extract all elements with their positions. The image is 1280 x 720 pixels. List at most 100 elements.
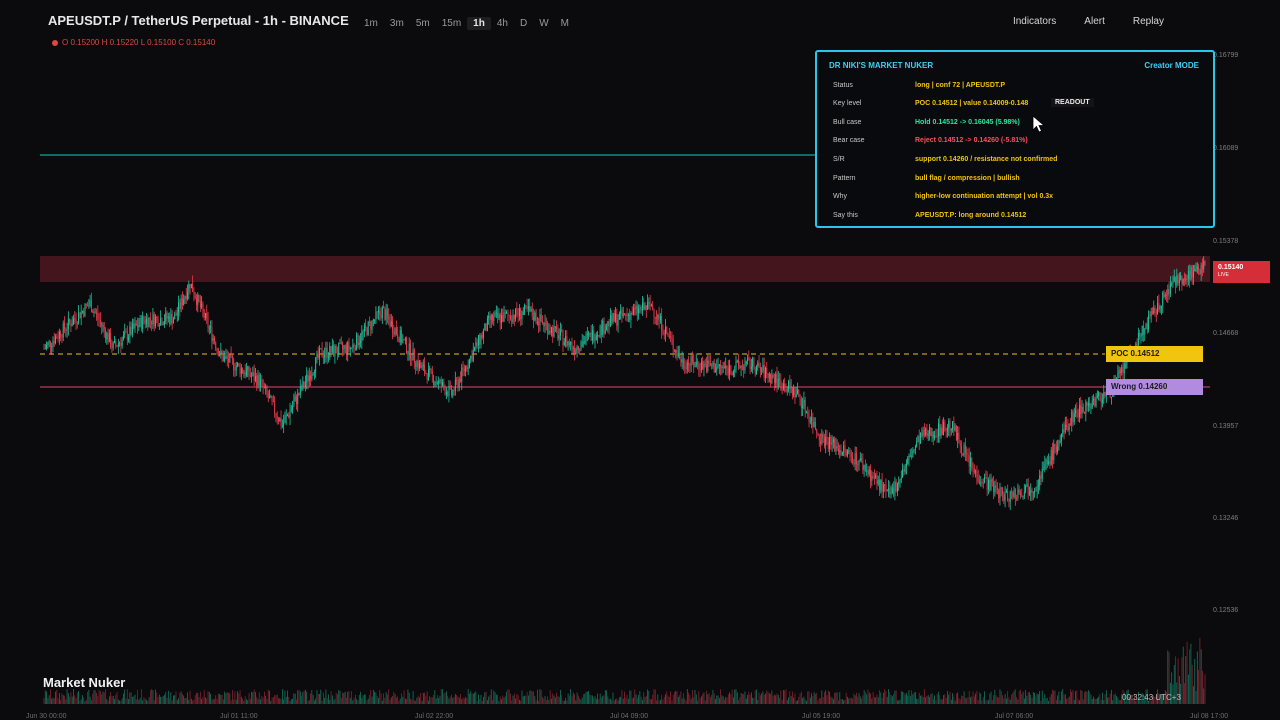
volume-bar (114, 699, 115, 704)
candle-body (1123, 363, 1125, 374)
volume-bar (51, 698, 53, 704)
candle-body (617, 319, 619, 326)
volume-bar (999, 689, 1001, 704)
candle-body (912, 450, 914, 458)
indicators-button[interactable]: Indicators (1013, 16, 1056, 27)
candle-body (253, 372, 255, 381)
volume-bar (1116, 695, 1117, 704)
tf-4h[interactable]: 4h (491, 17, 514, 30)
candle-body (575, 350, 577, 354)
volume-bar (1088, 690, 1089, 704)
volume-bar (617, 700, 619, 704)
last-price-value: 0.15140 (1218, 264, 1244, 271)
candle-body (1098, 392, 1100, 396)
candle-body (267, 393, 269, 399)
candle-body (621, 310, 623, 317)
volume-bar (374, 691, 376, 704)
volume-bar (825, 690, 827, 704)
candle-body (557, 329, 559, 339)
volume-bar (229, 693, 231, 704)
candle-body (503, 312, 505, 322)
tf-3m[interactable]: 3m (384, 17, 410, 30)
candle-body (448, 385, 450, 396)
candle-body (511, 319, 513, 322)
candle-body (140, 317, 142, 329)
volume-bar (890, 694, 892, 704)
candle-body (898, 481, 900, 484)
volume-bar (380, 693, 382, 704)
candle-body (659, 315, 661, 321)
toolbar-actions: Indicators Alert Replay (1013, 16, 1164, 27)
candle-body (187, 292, 188, 299)
candle-body (285, 415, 287, 418)
volume-bar (572, 692, 574, 704)
volume-bar (1007, 691, 1009, 704)
candle-body (71, 324, 73, 327)
volume-bar (604, 690, 606, 704)
volume-bar (776, 693, 778, 704)
candle-body (365, 325, 367, 328)
candle-body (1025, 486, 1027, 492)
candle-body (753, 358, 755, 369)
volume-bar (771, 690, 773, 704)
volume-bar (251, 691, 252, 704)
candle-body (484, 323, 486, 331)
candle-body (706, 364, 707, 371)
volume-bar (753, 697, 755, 704)
candle-body (527, 306, 529, 310)
volume-bar (731, 689, 733, 704)
volume-bar (243, 700, 245, 704)
volume-bar (640, 696, 642, 704)
tf-15m[interactable]: 15m (436, 17, 467, 30)
symbol-title[interactable]: APEUSDT.P / TetherUS Perpetual - 1h - BI… (48, 13, 349, 28)
volume-bar (366, 700, 368, 704)
tf-d[interactable]: D (514, 17, 533, 30)
candle-body (230, 354, 232, 356)
candle-body (466, 366, 468, 370)
candle-body (153, 314, 155, 327)
tf-5m[interactable]: 5m (410, 17, 436, 30)
candle-body (1100, 397, 1102, 403)
volume-bar (775, 695, 777, 704)
volume-bar (76, 692, 78, 704)
candle-body (953, 421, 955, 431)
alert-button[interactable]: Alert (1084, 16, 1105, 27)
volume-bar (123, 693, 124, 704)
candle-body (730, 365, 732, 372)
candle-body (644, 305, 646, 310)
candle-body (184, 296, 186, 300)
tf-w[interactable]: W (533, 17, 554, 30)
volume-bar (528, 695, 529, 704)
candle-body (351, 347, 352, 349)
tf-1m[interactable]: 1m (358, 17, 384, 30)
candle-body (242, 368, 244, 373)
volume-bar (921, 695, 923, 704)
candle-body (697, 361, 698, 364)
candle-body (369, 321, 370, 323)
candle-body (1031, 490, 1033, 493)
candle-body (745, 361, 747, 365)
volume-bar (829, 691, 830, 704)
volume-bar (666, 691, 668, 704)
candle-body (853, 463, 855, 465)
tf-1h[interactable]: 1h (467, 17, 491, 30)
volume-bar (722, 696, 724, 704)
candle-body (1043, 468, 1044, 470)
replay-button[interactable]: Replay (1133, 16, 1164, 27)
candle-body (1148, 315, 1150, 330)
candle-body (636, 305, 638, 314)
volume-bar (125, 698, 127, 704)
candle-body (981, 482, 983, 484)
tf-m[interactable]: M (555, 17, 575, 30)
volume-bar (153, 700, 155, 704)
volume-bar (551, 698, 552, 704)
volume-bar (296, 699, 297, 704)
volume-bar (1031, 697, 1033, 704)
volume-bar (387, 694, 388, 704)
candle-body (703, 363, 705, 369)
volume-bar (379, 689, 381, 704)
creator-mode-toggle[interactable]: Creator MODE (1144, 61, 1199, 70)
volume-bar (178, 698, 179, 704)
candle-body (1012, 492, 1014, 498)
volume-bar (284, 690, 286, 704)
